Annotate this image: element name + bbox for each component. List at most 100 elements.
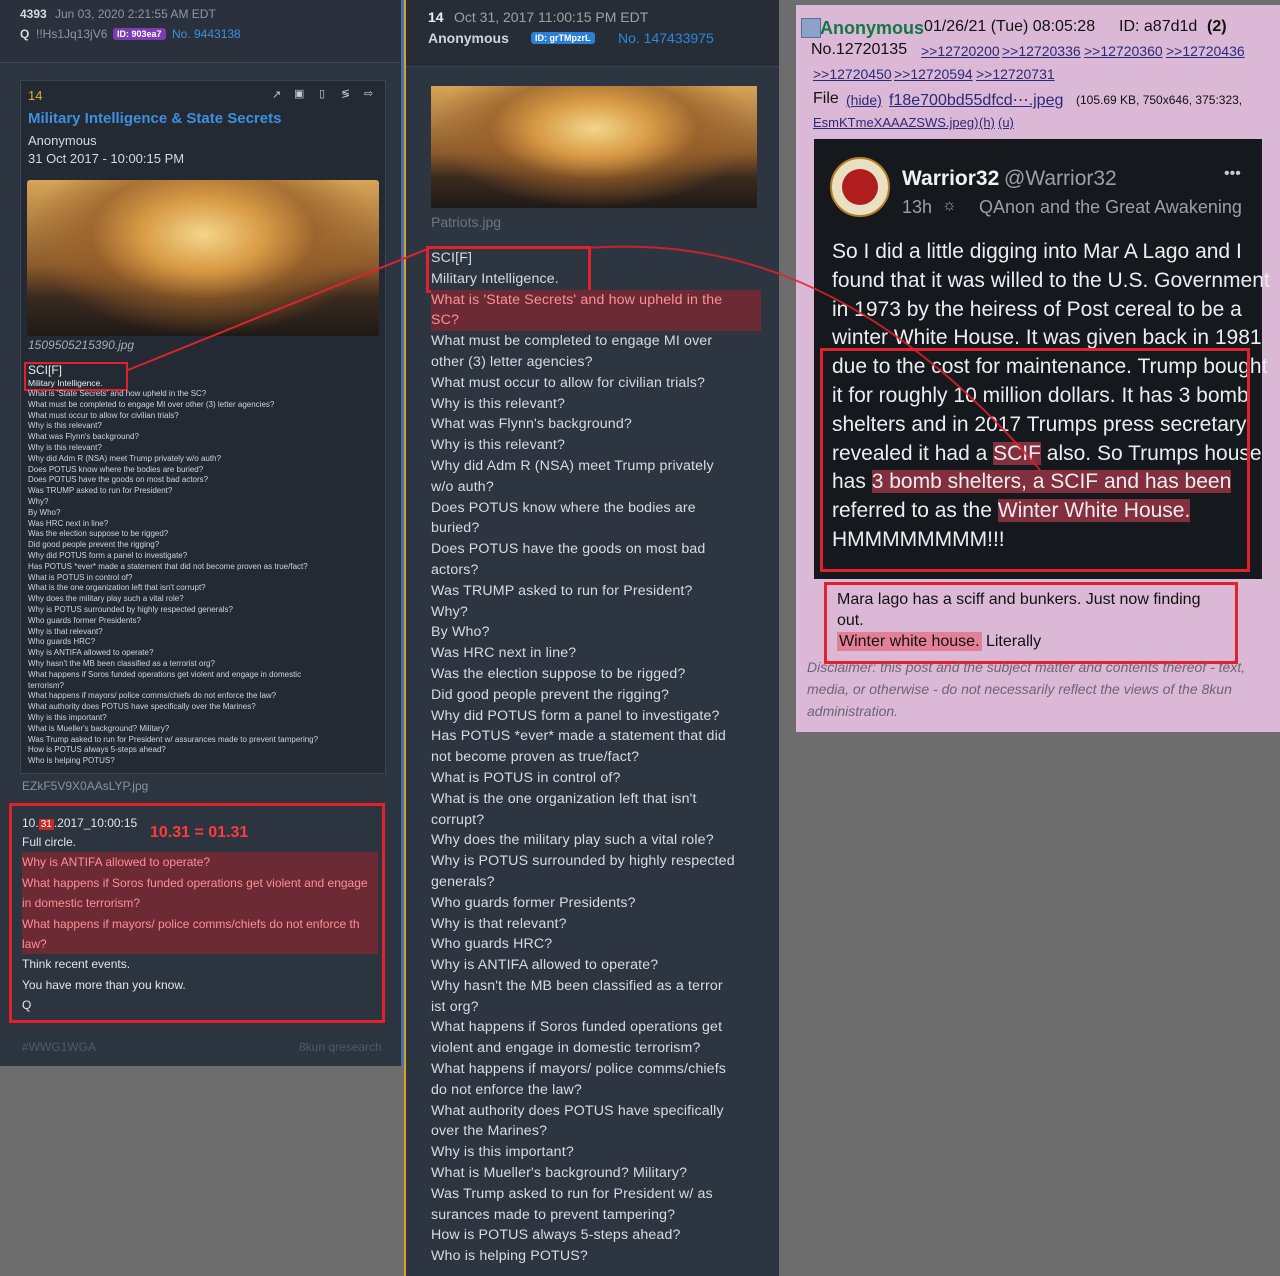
- body-line: Why is ANTIFA allowed to operate?: [431, 957, 659, 974]
- question-line: Why is this relevant?: [28, 421, 102, 431]
- body-line: What happens if mayors/ police comms/chi…: [22, 913, 378, 935]
- reply-link[interactable]: >>12720200: [921, 43, 1000, 59]
- reply-highlight: Winter white house.: [837, 632, 982, 651]
- question-line: Was HRC next in line?: [28, 518, 109, 528]
- question-line: Why does the military play such a vital …: [28, 594, 184, 604]
- left-post-header: 4393 Jun 03, 2020 2:21:55 AM EDT Q !!Hs1…: [0, 0, 401, 63]
- reply-link[interactable]: >>12720594: [894, 66, 973, 82]
- community-icon: ☼: [942, 197, 957, 214]
- avatar: [830, 157, 890, 217]
- reply-link[interactable]: >>12720336: [1002, 43, 1081, 59]
- question-line: Why did POTUS form a panel to investigat…: [28, 550, 188, 560]
- post-id[interactable]: ID: a87d1d: [1119, 18, 1197, 36]
- body-line: What happens if Soros funded operations …: [22, 872, 378, 894]
- body-line: actors?: [431, 561, 479, 578]
- tripcode: !!Hs1Jq13jV6: [36, 27, 108, 41]
- body-line: Was TRUMP asked to run for President?: [431, 582, 693, 599]
- original-file-name[interactable]: EsmKTmeXAAAZSWS.jpeg): [813, 115, 978, 130]
- body-line: Was HRC next in line?: [431, 645, 577, 662]
- question-list: What is 'State Secrets' and how upheld i…: [28, 389, 318, 767]
- file-u-link[interactable]: (u): [998, 115, 1014, 130]
- reply-link[interactable]: >>12720731: [976, 66, 1055, 82]
- body-line: Think recent events.: [22, 957, 131, 972]
- card-date: 31 Oct 2017 - 10:00:15 PM: [28, 151, 185, 166]
- file-name-link[interactable]: f18e700bd55dfcd⋯.jpeg: [889, 90, 1063, 110]
- avatar-emblem: [842, 169, 878, 205]
- patriots-painting-image[interactable]: [431, 86, 757, 208]
- card-title[interactable]: Military Intelligence & State Secrets: [28, 110, 281, 127]
- date-prefix: 10.: [22, 816, 39, 830]
- body-line: What happens if mayors/ police comms/chi…: [431, 1061, 727, 1078]
- body-line: By Who?: [431, 624, 490, 641]
- body-line: Who guards former Presidents?: [431, 894, 636, 911]
- id-badge[interactable]: ID: grTMpzrL: [531, 32, 595, 44]
- reply-tail: Literally: [981, 633, 1042, 650]
- question-line: Why did Adm R (NSA) meet Trump privately…: [28, 453, 221, 463]
- file-h-link[interactable]: (h): [979, 115, 995, 130]
- post-number-link[interactable]: No. 9443138: [172, 27, 241, 41]
- body-line: Did good people prevent the rigging?: [431, 686, 670, 703]
- id-badge[interactable]: ID: 903ea7: [113, 28, 166, 40]
- card-author: Anonymous: [28, 133, 97, 148]
- question-line: What happens if mayors/ police comms/chi…: [28, 691, 277, 701]
- question-line: What is Mueller's background? Military?: [28, 723, 170, 733]
- question-line: By Who?: [28, 507, 61, 517]
- post-number-link[interactable]: No. 147433975: [618, 30, 714, 46]
- question-line: What must be completed to engage MI over…: [28, 399, 275, 409]
- hide-file-link[interactable]: (hide): [846, 92, 882, 108]
- body-line: Why is this relevant?: [431, 395, 566, 412]
- patriots-painting-image[interactable]: [27, 180, 379, 336]
- image-caption[interactable]: 1509505215390.jpg: [28, 338, 134, 352]
- disclaimer: Disclaimer: this post and the subject ma…: [807, 656, 1245, 722]
- body-line: Full circle.: [22, 835, 77, 849]
- question-line: Who is helping POTUS?: [28, 756, 115, 766]
- middle-post-panel: 14 Oct 31, 2017 11:00:15 PM EDT Anonymou…: [404, 0, 779, 1276]
- reply-line: out.: [837, 612, 864, 629]
- question-line: What was Flynn's background?: [28, 432, 139, 442]
- bottom-image-caption[interactable]: EZkF5V9X0AAsLYP.jpg: [22, 779, 148, 793]
- question-line: terrorism?: [28, 680, 65, 690]
- post-timestamp: Jun 03, 2020 2:21:55 AM EDT: [55, 7, 216, 21]
- reply-link[interactable]: >>12720360: [1084, 43, 1163, 59]
- question-line: Does POTUS have the goods on most bad ac…: [28, 475, 209, 485]
- image-caption[interactable]: Patriots.jpg: [431, 214, 501, 230]
- tweet-handle: @Warrior32: [1004, 167, 1117, 190]
- reply-link[interactable]: >>12720450: [813, 66, 892, 82]
- body-line: over the Marines?: [431, 1123, 548, 1140]
- middle-body-text: SCI[F] Military Intelligence. What is 'Sta…: [431, 248, 761, 1267]
- left-post-panel: 4393 Jun 03, 2020 2:21:55 AM EDT Q !!Hs1…: [0, 0, 404, 1066]
- body-line: What must occur to allow for civilian tr…: [431, 374, 706, 391]
- disclaimer-line: Disclaimer: this post and the subject ma…: [807, 659, 1246, 675]
- body-line: violent and engage in domestic terrorism…: [431, 1040, 701, 1057]
- hashtag[interactable]: #WWG1WGA: [22, 1040, 96, 1054]
- body-line: SC?: [431, 310, 761, 332]
- question-line: What is the one organization left that i…: [28, 583, 206, 593]
- question-line: Has POTUS *ever* made a statement that d…: [28, 561, 308, 571]
- question-line: Does POTUS know where the bodies are bur…: [28, 464, 204, 474]
- body-line: surances made to prevent tampering?: [431, 1206, 676, 1223]
- post-number[interactable]: No.12720135: [811, 41, 907, 59]
- tweet-age: 13h: [902, 197, 933, 217]
- question-line: Why is ANTIFA allowed to operate?: [28, 648, 154, 658]
- body-line: Has POTUS *ever* made a statement that d…: [431, 728, 726, 745]
- more-options-icon[interactable]: •••: [1224, 165, 1241, 183]
- bookmark-icon[interactable]: ▯: [319, 87, 325, 100]
- expand-icon[interactable]: [801, 18, 821, 38]
- tweet-line: in 1973 by the heiress of Post cereal to…: [832, 297, 1242, 321]
- question-line: Did good people prevent the rigging?: [28, 540, 160, 550]
- reply-link[interactable]: >>12720436: [1166, 43, 1245, 59]
- question-line: Who guards HRC?: [28, 637, 96, 647]
- camera-icon[interactable]: ▣: [294, 87, 304, 100]
- disclaimer-line: administration.: [807, 703, 899, 719]
- body-line: law?: [22, 934, 378, 955]
- right-post-panel: Anonymous 01/26/21 (Tue) 08:05:28 ID: a8…: [796, 5, 1280, 732]
- body-line: Why did POTUS form a panel to investigat…: [431, 707, 720, 724]
- forward-icon[interactable]: ⇨: [364, 87, 373, 100]
- sci-highlight-box: [24, 362, 128, 391]
- question-line: Why?: [28, 496, 49, 506]
- open-external-icon[interactable]: ↗: [272, 88, 281, 101]
- body-line: w/o auth?: [431, 478, 494, 495]
- body-line: What is POTUS in control of?: [431, 769, 621, 786]
- body-line: other (3) letter agencies?: [431, 353, 593, 370]
- share-icon[interactable]: ≶: [341, 87, 350, 100]
